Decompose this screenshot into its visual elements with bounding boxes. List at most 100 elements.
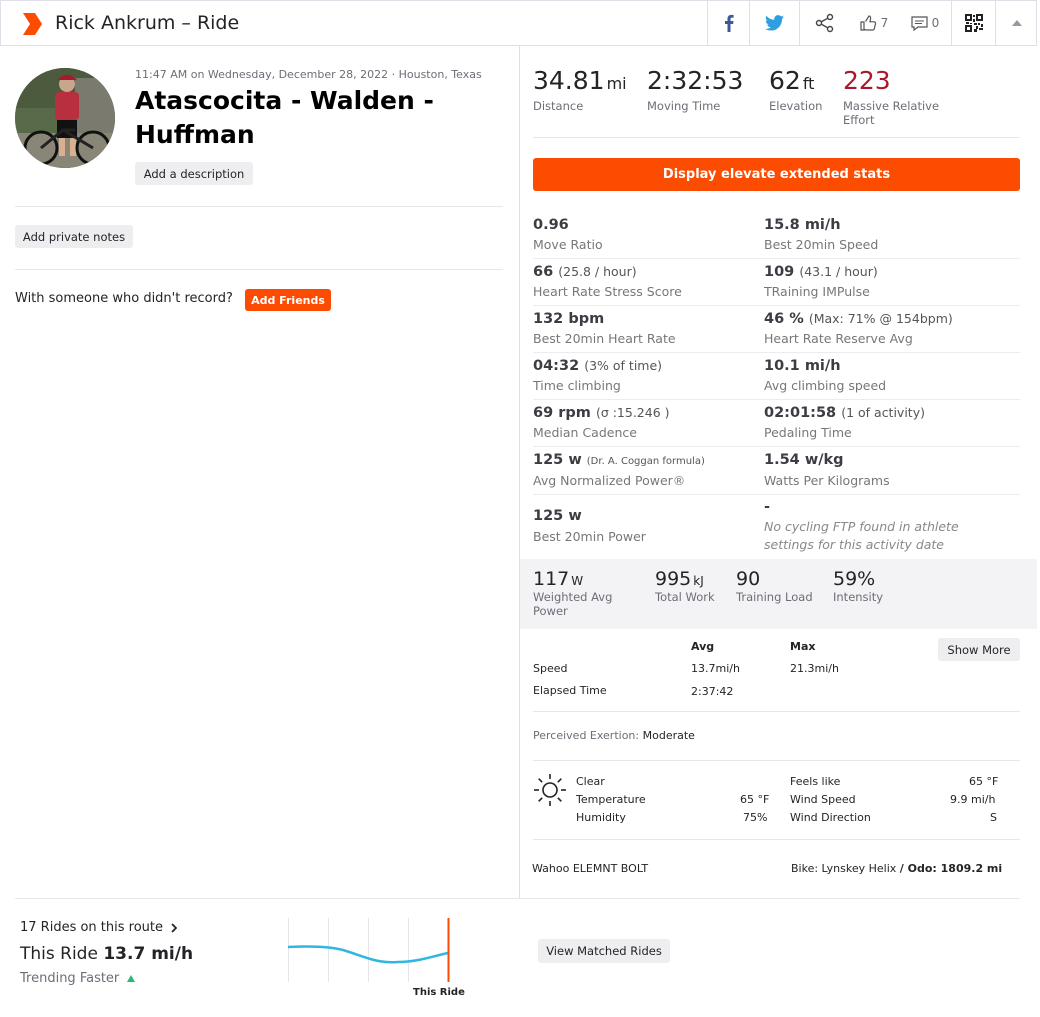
feels-like-value: 65 °F — [969, 775, 999, 788]
training-load-value: 90 — [736, 568, 761, 590]
divider — [533, 760, 1020, 761]
time-climbing-value: 04:32 (3% of time) — [533, 358, 663, 374]
comments-button[interactable]: 0 — [899, 1, 951, 45]
activity-title: Atascocita - Walden - Huffman — [135, 86, 434, 149]
hrr-label: Heart Rate Reserve Avg — [764, 331, 913, 346]
twitter-share-button[interactable] — [749, 1, 799, 45]
twitter-icon — [765, 15, 784, 31]
divider — [533, 352, 1020, 353]
speed-avg: 13.7mi/h — [691, 662, 740, 675]
time-climbing-label: Time climbing — [533, 378, 621, 393]
weighted-power-label: Weighted Avg Power — [533, 590, 613, 618]
divider — [533, 399, 1020, 400]
add-friends-button[interactable]: Add Friends — [245, 289, 331, 311]
elevation-label: Elevation — [769, 99, 823, 113]
kudos-button[interactable]: 7 — [849, 1, 899, 45]
np-value: 125 w (Dr. A. Coggan formula) — [533, 452, 705, 468]
hrss-label: Heart Rate Stress Score — [533, 284, 682, 299]
divider — [533, 137, 1020, 138]
climb-speed-value: 10.1 mi/h — [764, 358, 841, 374]
best20-speed-value: 15.8 mi/h — [764, 217, 841, 233]
feels-like-label: Feels like — [790, 775, 841, 788]
route-trend-chart — [287, 918, 460, 988]
bike-info: Bike: Lynskey Helix / Odo: 1809.2 mi — [791, 862, 1003, 875]
elapsed-avg: 2:37:42 — [691, 685, 734, 698]
speed-label: Speed — [533, 662, 568, 675]
distance-label: Distance — [533, 99, 584, 113]
divider — [15, 898, 1020, 899]
relative-effort-value[interactable]: 223 — [843, 66, 891, 95]
facebook-share-button[interactable] — [707, 1, 749, 45]
hrr-value: 46 % (Max: 71% @ 154bpm) — [764, 311, 953, 327]
kudos-count: 7 — [880, 16, 889, 30]
humidity-label: Humidity — [576, 811, 626, 824]
athlete-avatar[interactable] — [15, 68, 115, 168]
total-work-value: 995 kJ — [655, 568, 704, 590]
wind-speed-label: Wind Speed — [790, 793, 856, 806]
weighted-power-value: 117 W — [533, 568, 584, 590]
thumbs-up-icon — [860, 15, 876, 31]
with-someone-text: With someone who didn't record? — [15, 291, 233, 306]
perceived-exertion: Perceived Exertion: Moderate — [533, 729, 695, 742]
ftp-note: No cycling FTP found in athlete settings… — [764, 519, 959, 552]
best20-speed-label: Best 20min Speed — [764, 237, 879, 252]
triangle-up-icon — [127, 975, 136, 982]
wkg-value: 1.54 w/kg — [764, 452, 844, 468]
add-description-button[interactable]: Add a description — [135, 162, 253, 185]
speed-max: 21.3mi/h — [790, 662, 839, 675]
strava-logo-icon[interactable] — [23, 13, 43, 39]
pedaling-value: 02:01:58 (1 of activity) — [764, 405, 925, 421]
move-ratio-label: Move Ratio — [533, 237, 603, 252]
divider — [533, 494, 1020, 495]
wkg-label: Watts Per Kilograms — [764, 473, 890, 488]
add-private-notes-button[interactable]: Add private notes — [15, 225, 133, 248]
np-label: Avg Normalized Power® — [533, 473, 686, 488]
show-more-button[interactable]: Show More — [938, 638, 1020, 661]
chevron-right-icon — [171, 922, 177, 933]
page-title: Rick Ankrum – Ride — [55, 12, 240, 34]
move-ratio-value: 0.96 — [533, 217, 569, 233]
divider — [15, 269, 503, 270]
column-divider — [519, 46, 520, 898]
best20-hr-label: Best 20min Heart Rate — [533, 331, 676, 346]
trimp-label: TRaining IMPulse — [764, 284, 870, 299]
divider — [533, 839, 1020, 840]
weather-condition: Clear — [576, 775, 605, 788]
display-elevate-stats-button[interactable]: Display elevate extended stats — [533, 158, 1020, 191]
cadence-label: Median Cadence — [533, 425, 637, 440]
wind-speed-value: 9.9 mi/h — [950, 793, 996, 806]
activity-date-location: 11:47 AM on Wednesday, December 28, 2022… — [135, 68, 482, 81]
temperature-label: Temperature — [576, 793, 646, 806]
ftp-value: - — [764, 499, 771, 515]
wind-direction-value: S — [990, 811, 997, 824]
elevation-value: 62 ft — [769, 66, 815, 95]
collapse-button[interactable] — [995, 1, 1038, 45]
intensity-value: 59% — [833, 568, 876, 590]
total-work-label: Total Work — [655, 590, 715, 604]
humidity-value: 75% — [743, 811, 768, 824]
share-button[interactable] — [799, 1, 849, 45]
hrss-value: 66 (25.8 / hour) — [533, 264, 637, 280]
divider — [15, 206, 503, 207]
temperature-value: 65 °F — [740, 793, 770, 806]
training-load-label: Training Load — [736, 590, 813, 604]
sun-icon — [533, 773, 567, 811]
cadence-value: 69 rpm (σ :15.246 ) — [533, 405, 670, 421]
caret-up-icon — [1012, 20, 1022, 26]
divider — [533, 446, 1020, 447]
view-matched-rides-button[interactable]: View Matched Rides — [538, 939, 670, 963]
qr-code-button[interactable] — [951, 1, 995, 45]
share-icon — [815, 13, 833, 33]
comments-count: 0 — [931, 16, 940, 30]
climb-speed-label: Avg climbing speed — [764, 378, 887, 393]
rides-on-route-link[interactable]: 17 Rides on this route — [20, 920, 177, 935]
device-name: Wahoo ELEMNT BOLT — [532, 862, 649, 875]
trimp-value: 109 (43.1 / hour) — [764, 264, 878, 280]
divider — [533, 258, 1020, 259]
trending-indicator: Trending Faster — [20, 971, 136, 986]
best20-power-value: 125 w — [533, 508, 582, 524]
pedaling-label: Pedaling Time — [764, 425, 852, 440]
avg-header: Avg — [691, 640, 715, 653]
relative-effort-label: Massive Relative Effort — [843, 99, 940, 127]
page-header: Rick Ankrum – Ride 7 0 — [0, 0, 1037, 46]
